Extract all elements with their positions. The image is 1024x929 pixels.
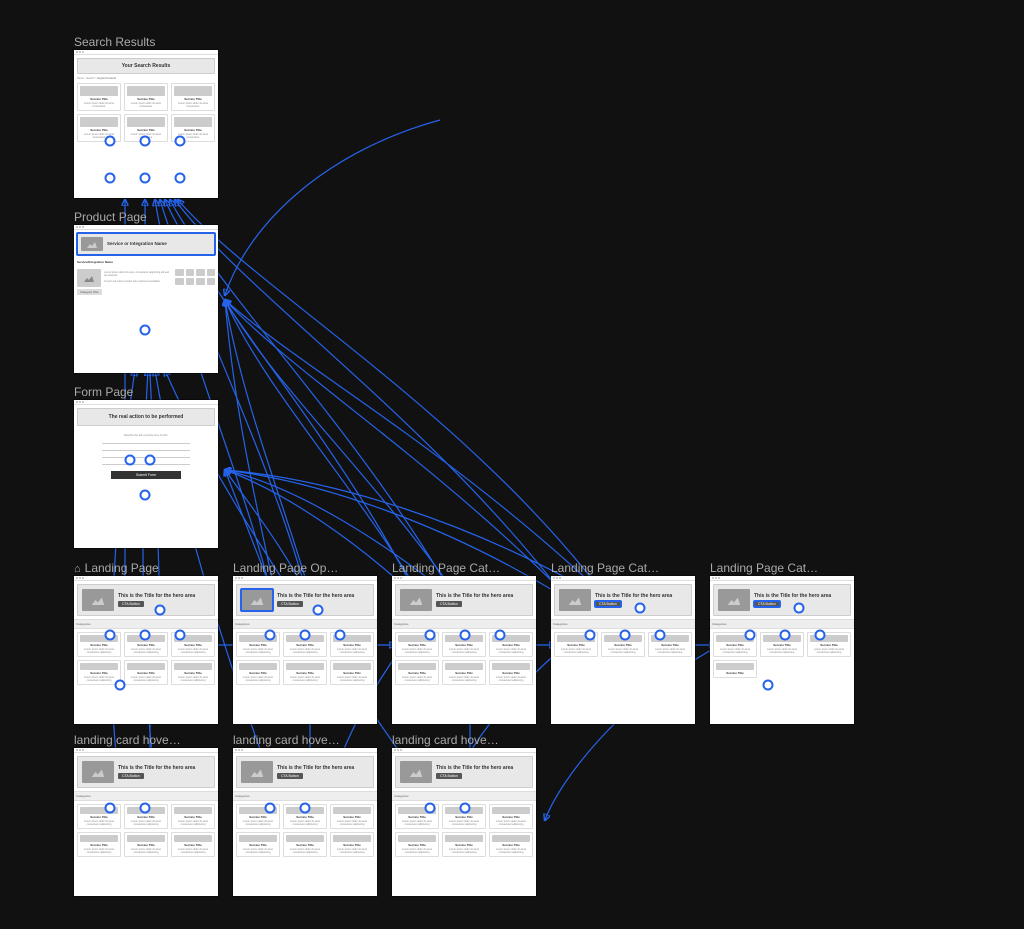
page-title: The real action to be performed (83, 414, 209, 420)
form-field[interactable] (102, 449, 190, 451)
landing-card[interactable]: Service TitleLorem ipsum dolor sit amet … (171, 660, 215, 685)
browser-chrome (74, 400, 218, 405)
result-card[interactable]: Service TitleLorem ipsum dolor sit amet … (77, 114, 121, 142)
frame-label-hover3[interactable]: landing card hove… (392, 733, 499, 747)
frame-label-landing[interactable]: ⌂Landing Page (74, 561, 159, 575)
cta-button-selected[interactable]: CTA Button (595, 601, 621, 607)
frame-label-search-results[interactable]: Search Results (74, 35, 155, 49)
landing-card[interactable]: Service TitleLorem ipsum dolor sit amet … (124, 632, 168, 657)
home-icon: ⌂ (74, 563, 81, 575)
frame-form-page[interactable]: The real action to be performed Describe… (74, 400, 218, 548)
browser-chrome (74, 50, 218, 55)
frame-landing-cat2[interactable]: This is the Title for the hero areaCTA B… (551, 576, 695, 724)
frame-landing-cat1[interactable]: This is the Title for the hero areaCTA B… (392, 576, 536, 724)
product-header-selected[interactable]: Service or Integration Name (77, 233, 215, 255)
product-thumbnails (175, 269, 215, 285)
product-subtitle: Service/Integration Name (74, 258, 218, 266)
form-field[interactable] (102, 456, 190, 458)
cta-button[interactable]: CTA Button (118, 601, 144, 607)
frame-label-landing-op[interactable]: Landing Page Op… (233, 561, 338, 575)
landing-card[interactable]: Service TitleLorem ipsum dolor sit amet … (77, 660, 121, 685)
landing-card[interactable]: Service TitleLorem ipsum dolor sit amet … (124, 660, 168, 685)
frame-hover1[interactable]: This is the Title for the hero areaCTA B… (74, 748, 218, 896)
product-main-image (77, 269, 101, 287)
frame-hover3[interactable]: This is the Title for the hero areaCTA B… (392, 748, 536, 896)
result-card[interactable]: Service TitleLorem ipsum dolor sit amet … (124, 83, 168, 111)
form-field[interactable] (102, 442, 190, 444)
frame-product-page[interactable]: Service or Integration Name Service/Inte… (74, 225, 218, 373)
frame-hover2[interactable]: This is the Title for the hero areaCTA B… (233, 748, 377, 896)
frame-label-landing-cat2[interactable]: Landing Page Cat… (551, 561, 659, 575)
frame-search-results[interactable]: Your Search Results Home > Search > keyw… (74, 50, 218, 198)
result-card[interactable]: Service TitleLorem ipsum dolor sit amet … (171, 83, 215, 111)
result-card[interactable]: Service TitleLorem ipsum dolor sit amet … (77, 83, 121, 111)
hero-image-selected[interactable] (241, 589, 273, 611)
frame-label-landing-cat3[interactable]: Landing Page Cat… (710, 561, 818, 575)
frame-label-product-page[interactable]: Product Page (74, 210, 147, 224)
landing-card[interactable]: Service TitleLorem ipsum dolor sit amet … (77, 632, 121, 657)
frame-landing-cat3[interactable]: This is the Title for the hero areaCTA B… (710, 576, 854, 724)
category-tag[interactable]: Category Title (77, 289, 102, 295)
form-field[interactable] (102, 463, 190, 465)
frame-label-landing-cat1[interactable]: Landing Page Cat… (392, 561, 500, 575)
browser-chrome (74, 225, 218, 230)
frame-label-hover2[interactable]: landing card hove… (233, 733, 340, 747)
frame-landing-page[interactable]: This is the Title for the hero area CTA … (74, 576, 218, 724)
landing-card[interactable]: Service TitleLorem ipsum dolor sit amet … (171, 632, 215, 657)
submit-button[interactable]: Submit Form (111, 471, 181, 479)
frame-landing-op[interactable]: This is the Title for the hero areaCTA B… (233, 576, 377, 724)
page-title: Your Search Results (82, 63, 210, 69)
frame-label-hover1[interactable]: landing card hove… (74, 733, 181, 747)
frame-label-form-page[interactable]: Form Page (74, 385, 133, 399)
result-card[interactable]: Service TitleLorem ipsum dolor sit amet … (124, 114, 168, 142)
result-card[interactable]: Service TitleLorem ipsum dolor sit amet … (171, 114, 215, 142)
